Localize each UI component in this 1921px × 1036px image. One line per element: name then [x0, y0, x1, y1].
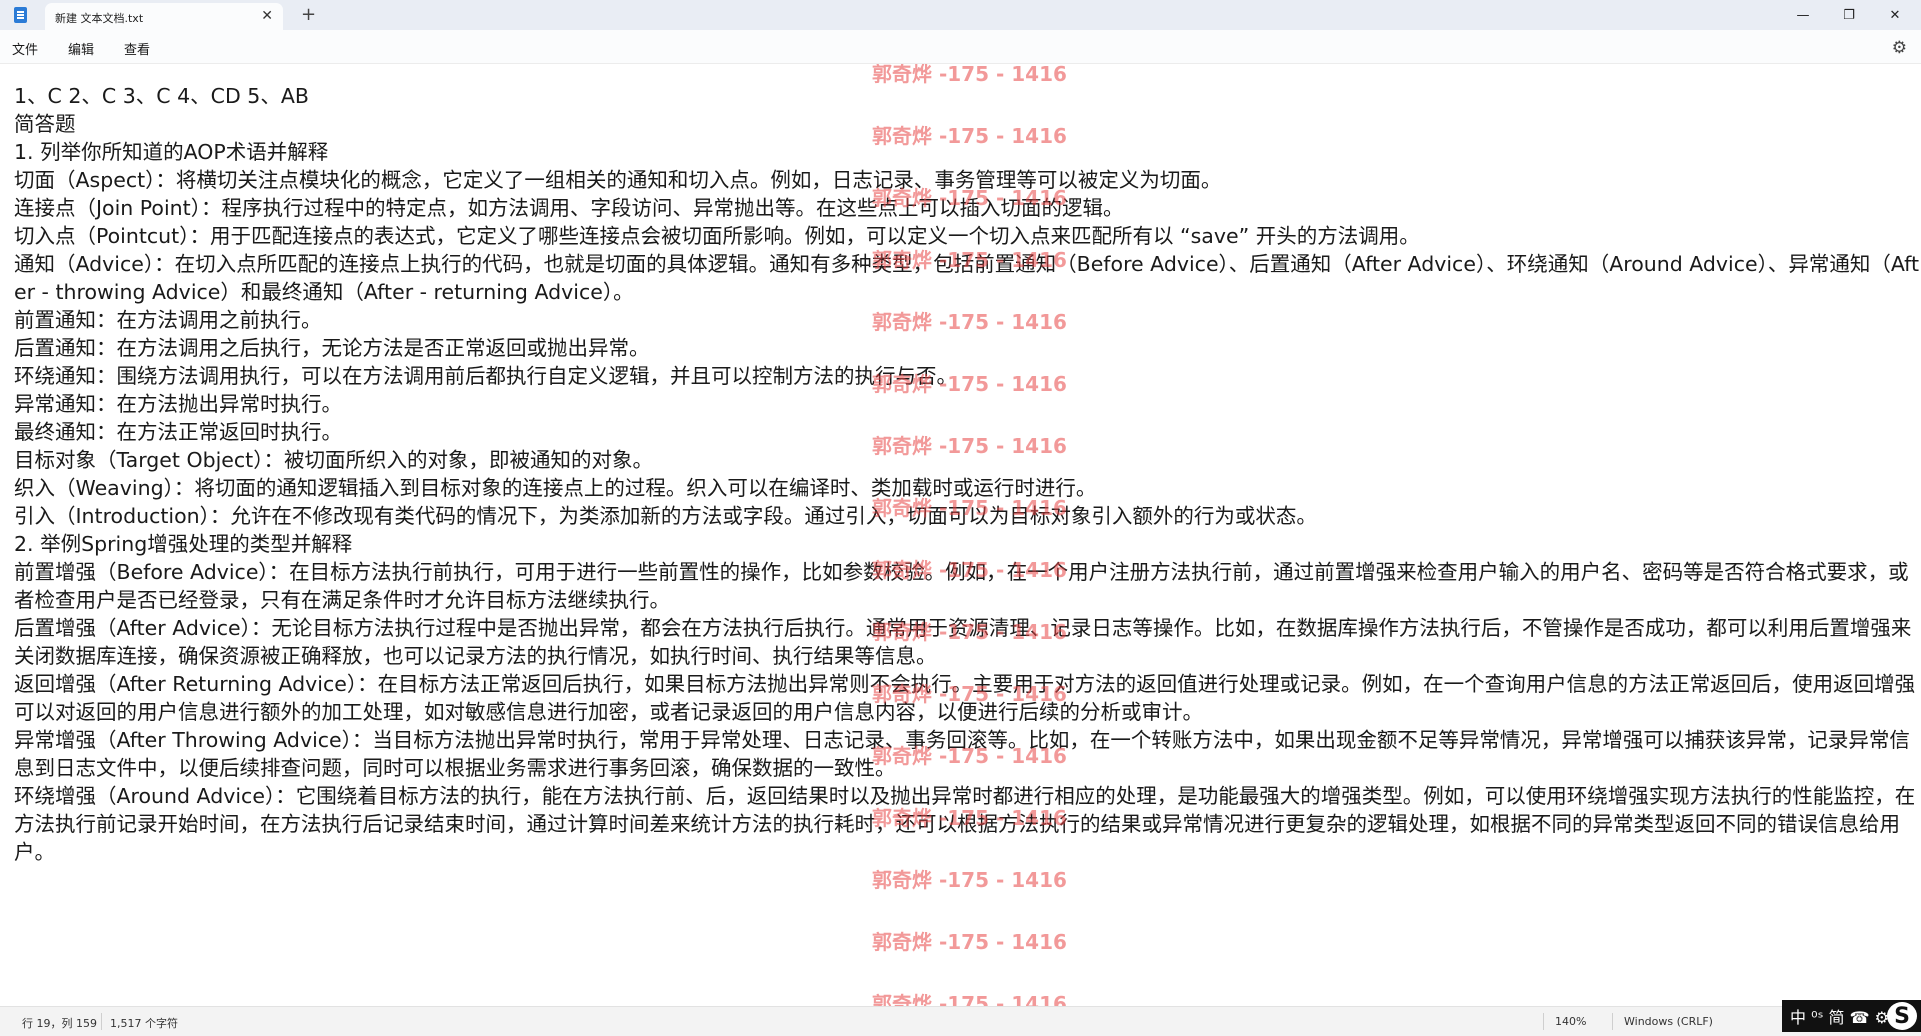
- text-line[interactable]: 2. 举例Spring增强处理的类型并解释: [14, 530, 1920, 558]
- text-line[interactable]: 前置通知：在方法调用之前执行。: [14, 306, 1920, 334]
- text-line[interactable]: 织入（Weaving）：将切面的通知逻辑插入到目标对象的连接点上的过程。织入可以…: [14, 474, 1920, 502]
- text-editor[interactable]: 1、C 2、C 3、C 4、CD 5、AB 简答题 1. 列举你所知道的AOP术语并…: [0, 64, 1921, 1006]
- watermark-text: 郭奇烨 -175 - 1416: [872, 930, 1067, 954]
- close-tab-icon[interactable]: ✕: [261, 7, 273, 25]
- text-line[interactable]: 环绕增强（Around Advice）：它围绕着目标方法的执行，能在方法执行前、…: [14, 782, 1920, 866]
- text-line[interactable]: 环绕通知：围绕方法调用执行，可以在方法调用前后都执行自定义逻辑，并且可以控制方法…: [14, 362, 1920, 390]
- new-tab-button[interactable]: +: [301, 4, 316, 26]
- maximize-button[interactable]: ❐: [1826, 0, 1872, 30]
- text-line[interactable]: 引入（Introduction）：允许在不修改现有类代码的情况下，为类添加新的方…: [14, 502, 1920, 530]
- text-line[interactable]: 切面（Aspect）：将横切关注点模块化的概念，它定义了一组相关的通知和切入点。…: [14, 166, 1920, 194]
- status-bar: 行 19，列 159 1,517 个字符 140% Windows (CRLF): [0, 1006, 1921, 1036]
- tab-document[interactable]: 新建 文本文档.txt ✕: [45, 3, 283, 30]
- text-line[interactable]: 1、C 2、C 3、C 4、CD 5、AB: [14, 82, 1920, 110]
- watermark-text: 郭奇烨 -175 - 1416: [872, 992, 1067, 1006]
- text-line[interactable]: 异常增强（After Throwing Advice）：当目标方法抛出异常时执行…: [14, 726, 1920, 782]
- cursor-position: 行 19，列 159: [22, 1017, 97, 1030]
- status-divider: [1543, 1013, 1544, 1030]
- minimize-button[interactable]: —: [1780, 0, 1826, 30]
- text-line[interactable]: 通知（Advice）：在切入点所匹配的连接点上执行的代码，也就是切面的具体逻辑。…: [14, 250, 1920, 306]
- settings-gear-icon[interactable]: ⚙: [1892, 38, 1907, 58]
- text-line[interactable]: 简答题: [14, 110, 1920, 138]
- menu-file[interactable]: 文件: [12, 39, 38, 58]
- line-ending[interactable]: Windows (CRLF): [1624, 1015, 1713, 1028]
- notepad-icon: [14, 7, 27, 23]
- watermark-text: 郭奇烨 -175 - 1416: [872, 868, 1067, 892]
- character-count: 1,517 个字符: [110, 1017, 178, 1030]
- text-line[interactable]: 最终通知：在方法正常返回时执行。: [14, 418, 1920, 446]
- text-line[interactable]: 1. 列举你所知道的AOP术语并解释: [14, 138, 1920, 166]
- status-divider: [1612, 1013, 1613, 1030]
- text-line[interactable]: 目标对象（Target Object）：被切面所织入的对象，即被通知的对象。: [14, 446, 1920, 474]
- menu-edit[interactable]: 编辑: [68, 39, 94, 58]
- text-line[interactable]: 后置通知：在方法调用之后执行，无论方法是否正常返回或抛出异常。: [14, 334, 1920, 362]
- text-line[interactable]: 连接点（Join Point）：程序执行过程中的特定点，如方法调用、字段访问、异…: [14, 194, 1920, 222]
- tab-title: 新建 文本文档.txt: [55, 12, 144, 25]
- ime-toolbar[interactable]: 中 ⁰ˢ 简 ☎ ⚙ S: [1782, 1000, 1921, 1032]
- zoom-level[interactable]: 140%: [1555, 1015, 1586, 1028]
- menu-view[interactable]: 查看: [124, 39, 150, 58]
- text-line[interactable]: 切入点（Pointcut）：用于匹配连接点的表达式，它定义了哪些连接点会被切面所…: [14, 222, 1920, 250]
- ime-status-label[interactable]: 中 ⁰ˢ 简 ☎ ⚙: [1790, 1004, 1889, 1028]
- menu-bar: 文件 编辑 查看 ⚙: [0, 30, 1921, 64]
- close-window-button[interactable]: ✕: [1872, 0, 1918, 30]
- document-text[interactable]: 1、C 2、C 3、C 4、CD 5、AB 简答题 1. 列举你所知道的AOP术语并…: [14, 82, 1920, 866]
- text-line[interactable]: 返回增强（After Returning Advice）：在目标方法正常返回后执…: [14, 670, 1920, 726]
- text-line[interactable]: 后置增强（After Advice）：无论目标方法执行过程中是否抛出异常，都会在…: [14, 614, 1920, 670]
- title-bar: 新建 文本文档.txt ✕ + — ❐ ✕: [0, 0, 1921, 30]
- text-line[interactable]: 异常通知：在方法抛出异常时执行。: [14, 390, 1920, 418]
- text-line[interactable]: 前置增强（Before Advice）：在目标方法执行前执行，可用于进行一些前置…: [14, 558, 1920, 614]
- ime-logo-icon[interactable]: S: [1887, 1002, 1917, 1030]
- status-divider: [101, 1013, 102, 1030]
